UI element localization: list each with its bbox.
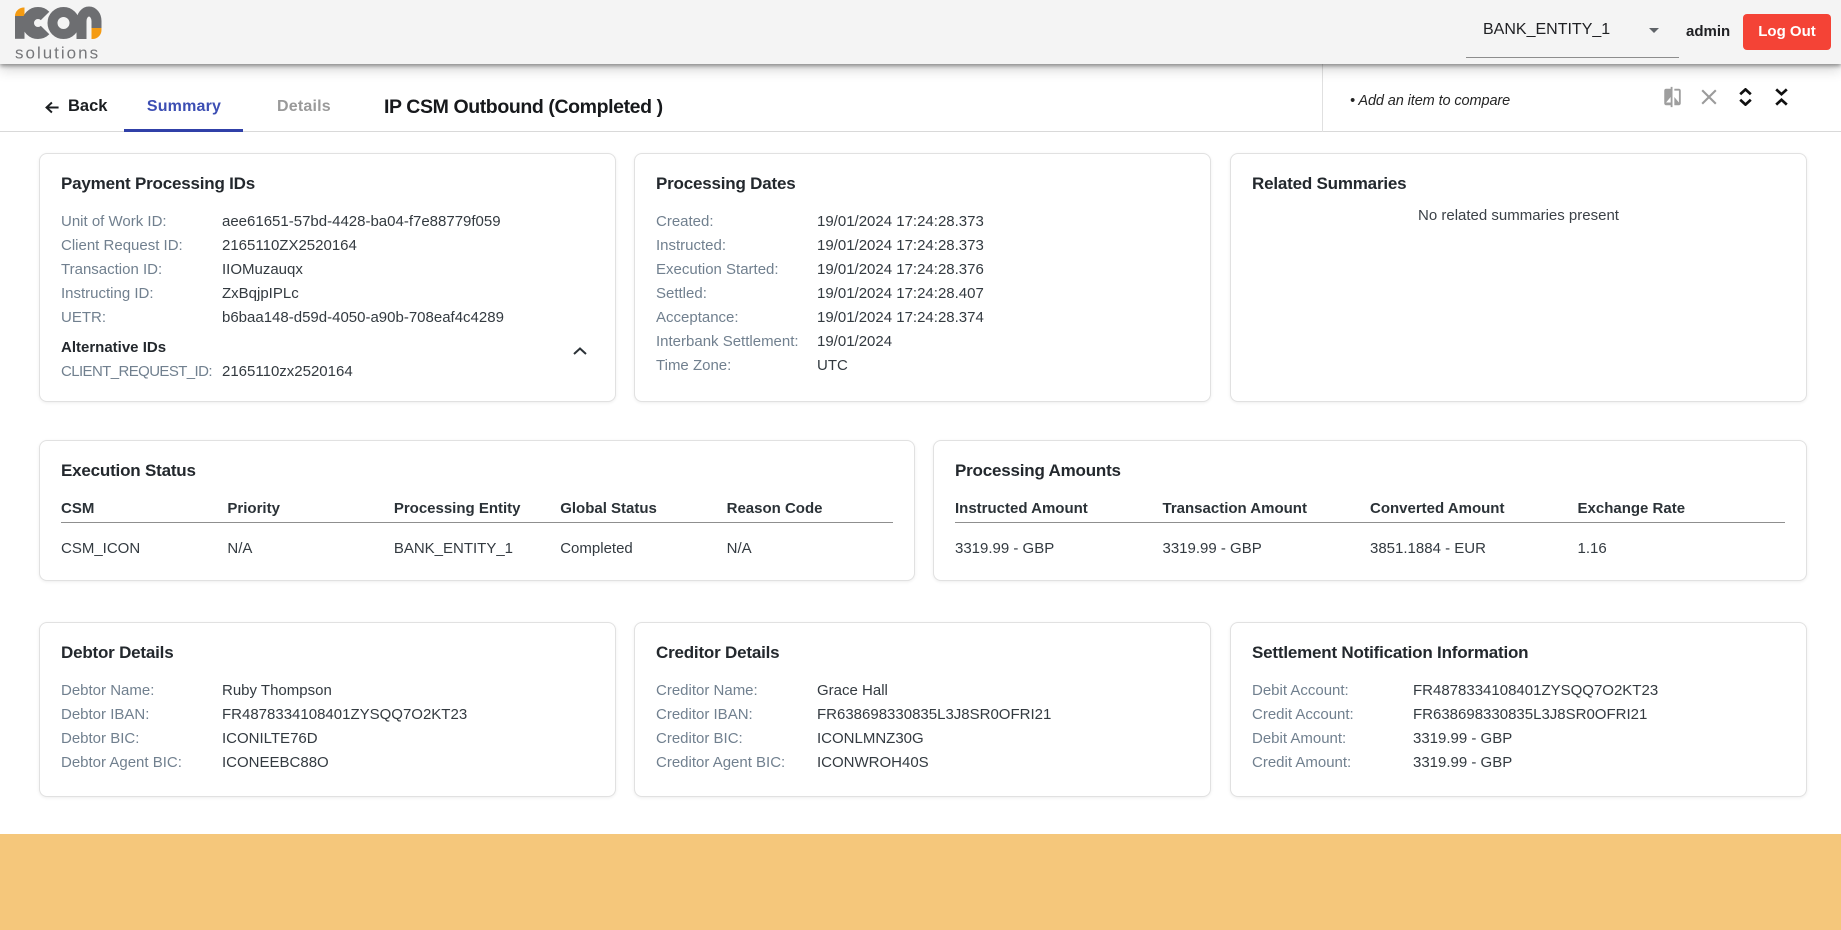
- svg-text:solutions: solutions: [15, 44, 100, 62]
